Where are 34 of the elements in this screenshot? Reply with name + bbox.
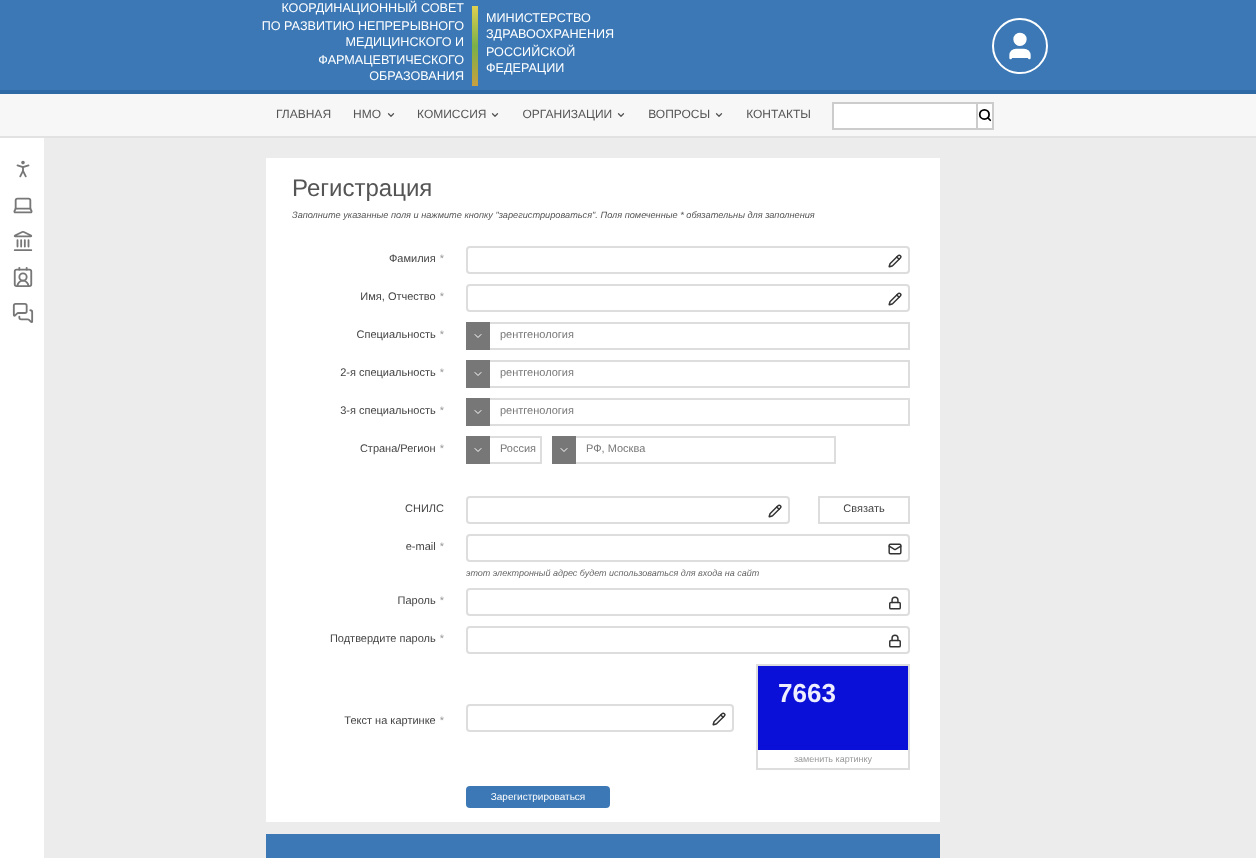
caret-icon	[558, 444, 570, 456]
chat-icon[interactable]	[11, 302, 33, 324]
captcha-field[interactable]	[466, 704, 734, 732]
form-title: Регистрация	[292, 174, 435, 202]
pencil-icon	[768, 503, 782, 517]
pencil-icon	[888, 291, 902, 305]
caret-icon	[385, 110, 396, 121]
email-field[interactable]	[466, 534, 910, 562]
password-field[interactable]	[466, 588, 910, 616]
pencil-icon	[712, 711, 726, 725]
user-avatar[interactable]	[992, 17, 1048, 74]
caret-icon	[472, 330, 484, 342]
caret-icon	[714, 110, 725, 121]
person-icon[interactable]	[11, 158, 33, 180]
envelope-icon	[888, 541, 902, 555]
search-button[interactable]	[978, 101, 995, 130]
caret-icon	[472, 368, 484, 380]
contact-card-icon[interactable]	[11, 266, 33, 288]
laptop-icon[interactable]	[11, 194, 33, 216]
caret-icon	[472, 444, 484, 456]
text-field[interactable]	[466, 246, 910, 274]
caret-icon	[490, 110, 501, 121]
caret-icon	[616, 110, 627, 121]
password-field[interactable]	[466, 626, 910, 654]
caret-icon	[472, 406, 484, 418]
lock-icon	[888, 633, 902, 647]
lock-icon	[888, 595, 902, 609]
text-field[interactable]	[466, 496, 790, 524]
flag-stripe	[472, 5, 478, 86]
pencil-icon	[888, 253, 902, 267]
text-field[interactable]	[466, 284, 910, 312]
captcha-image: 7663	[758, 666, 908, 750]
search-field[interactable]	[832, 101, 979, 130]
building-icon[interactable]	[11, 230, 33, 252]
